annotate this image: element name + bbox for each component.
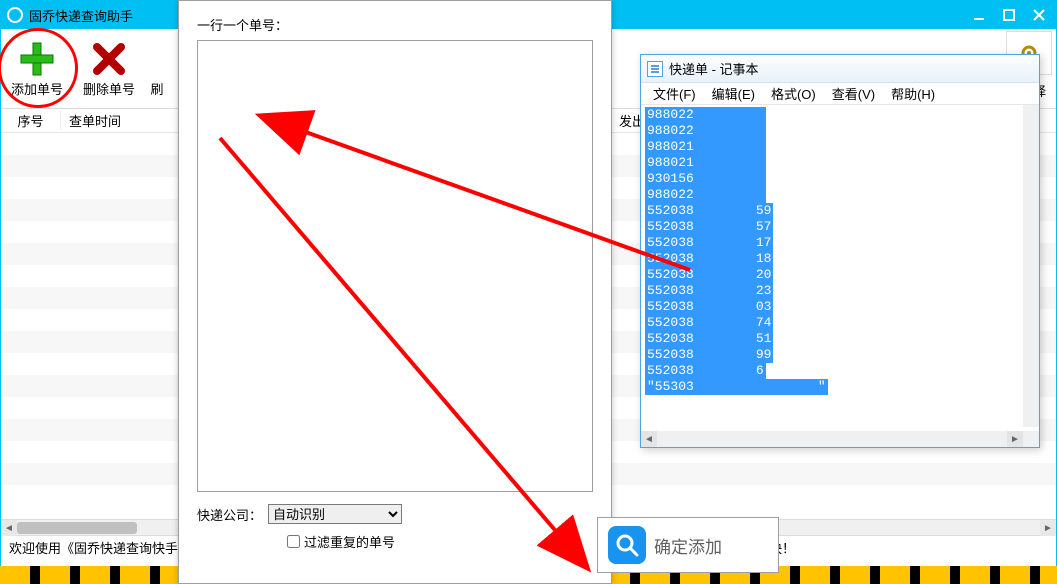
- x-icon: [91, 41, 127, 77]
- notepad-line: 55203874: [645, 315, 828, 331]
- notepad-line: 988022: [645, 187, 828, 203]
- refresh-label: 刷: [150, 79, 163, 98]
- notepad-menubar: 文件(F) 编辑(E) 格式(O) 查看(V) 帮助(H): [641, 83, 1039, 105]
- dialog-hint: 一行一个单号：: [197, 15, 593, 34]
- notepad-body[interactable]: 9880229880229880219880219301569880225520…: [641, 105, 1039, 429]
- courier-company-select[interactable]: 自动识别: [268, 504, 402, 524]
- maximize-button[interactable]: [994, 2, 1024, 28]
- menu-edit[interactable]: 编辑(E): [704, 82, 763, 105]
- scroll-left-arrow[interactable]: ◄: [1, 520, 17, 536]
- app-title: 固乔快递查询助手: [29, 6, 133, 25]
- notepad-line: 55203823: [645, 283, 828, 299]
- notepad-line: 988021: [645, 155, 828, 171]
- delete-tracking-label: 删除单号: [83, 79, 135, 98]
- notepad-line: 930156: [645, 171, 828, 187]
- confirm-add-label: 确定添加: [654, 533, 722, 558]
- menu-help[interactable]: 帮助(H): [883, 82, 943, 105]
- notepad-hscrollbar[interactable]: ◄ ►: [641, 431, 1039, 447]
- col-time[interactable]: 查单时间: [61, 111, 181, 130]
- notepad-title: 快递单 - 记事本: [669, 59, 759, 78]
- notepad-line: "55303": [645, 379, 828, 395]
- minimize-button[interactable]: [964, 2, 994, 28]
- filter-duplicate-label: 过滤重复的单号: [304, 532, 395, 551]
- close-button[interactable]: [1024, 2, 1054, 28]
- filter-duplicate-checkbox[interactable]: 过滤重复的单号: [287, 532, 593, 551]
- notepad-line: 55203857: [645, 219, 828, 235]
- menu-file[interactable]: 文件(F): [645, 82, 704, 105]
- search-icon: [608, 526, 646, 564]
- col-seq[interactable]: 序号: [1, 111, 61, 130]
- scroll-thumb[interactable]: [17, 522, 137, 534]
- notepad-line: 55203820: [645, 267, 828, 283]
- plus-icon: [19, 41, 55, 77]
- delete-tracking-button[interactable]: 删除单号: [73, 30, 145, 108]
- notepad-line: 55203899: [645, 347, 828, 363]
- scroll-right-arrow[interactable]: ►: [1040, 520, 1056, 536]
- add-tracking-button[interactable]: 添加单号: [1, 30, 73, 108]
- notepad-window: 快递单 - 记事本 文件(F) 编辑(E) 格式(O) 查看(V) 帮助(H) …: [640, 54, 1040, 448]
- notepad-line: 55203859: [645, 203, 828, 219]
- filter-duplicate-input[interactable]: [287, 535, 300, 548]
- menu-view[interactable]: 查看(V): [824, 82, 883, 105]
- notepad-icon: [647, 61, 663, 77]
- np-scroll-right[interactable]: ►: [1007, 431, 1023, 447]
- notepad-line: 55203817: [645, 235, 828, 251]
- np-scroll-left[interactable]: ◄: [641, 431, 657, 447]
- menu-format[interactable]: 格式(O): [763, 82, 824, 105]
- notepad-line: 988022: [645, 107, 828, 123]
- notepad-vscrollbar[interactable]: [1023, 105, 1039, 427]
- confirm-add-button[interactable]: 确定添加: [597, 517, 779, 573]
- notepad-line: 55203818: [645, 251, 828, 267]
- add-dialog: 一行一个单号： 快递公司： 自动识别 过滤重复的单号 确定添加: [178, 0, 612, 584]
- refresh-icon: [139, 41, 175, 77]
- notepad-line: 988021: [645, 139, 828, 155]
- notepad-line: 55203803: [645, 299, 828, 315]
- add-tracking-label: 添加单号: [11, 79, 63, 98]
- status-welcome: 欢迎使用《固乔快递查询快手》: [9, 538, 191, 557]
- notepad-titlebar[interactable]: 快递单 - 记事本: [641, 55, 1039, 83]
- app-icon: [7, 7, 23, 23]
- notepad-line: 55203851: [645, 331, 828, 347]
- courier-company-label: 快递公司：: [197, 505, 262, 524]
- notepad-line: 5520386: [645, 363, 828, 379]
- notepad-line: 988022: [645, 123, 828, 139]
- refresh-button-partial[interactable]: 刷: [145, 30, 169, 108]
- tracking-input[interactable]: [197, 40, 593, 492]
